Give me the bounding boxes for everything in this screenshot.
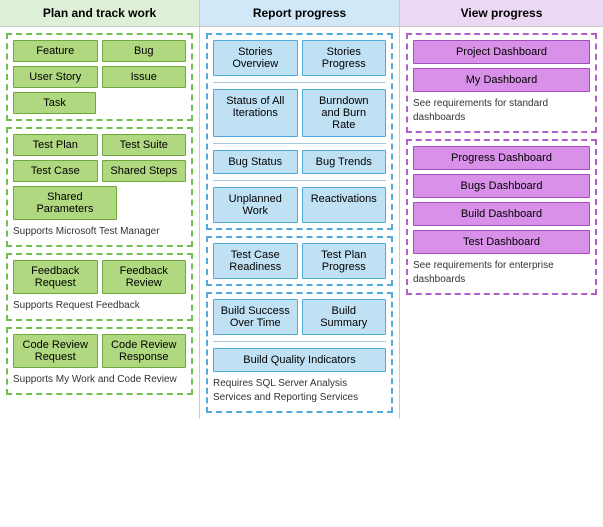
bug-button[interactable]: Bug [102,40,187,62]
view-section-standard: Project Dashboard My Dashboard See requi… [406,33,597,133]
plan-test-note: Supports Microsoft Test Manager [13,224,186,240]
feedback-review-button[interactable]: Feedback Review [102,260,187,294]
plan-section-test: Test Plan Test Suite Test Case Shared St… [6,127,193,247]
plan-row-3: Task [13,92,186,114]
report-build-note: Requires SQL Server Analysis Services an… [213,376,386,406]
build-dashboard-button[interactable]: Build Dashboard [413,202,590,226]
report-divider-3 [213,180,386,181]
report-row-4: Unplanned Work Reactivations [213,187,386,223]
project-dashboard-button[interactable]: Project Dashboard [413,40,590,64]
body-row: Feature Bug User Story Issue Task Test P… [0,27,603,419]
shared-steps-button[interactable]: Shared Steps [102,160,187,182]
plan-codereview-row-1: Code Review Request Code Review Response [13,334,186,368]
my-dashboard-button[interactable]: My Dashboard [413,68,590,92]
test-case-button[interactable]: Test Case [13,160,98,182]
test-plan-progress-button[interactable]: Test Plan Progress [302,243,387,279]
report-section-main: Stories Overview Stories Progress Status… [206,33,393,230]
view-column-wrapper: View progress [400,0,603,27]
report-test-row-1: Test Case Readiness Test Plan Progress [213,243,386,279]
feedback-request-button[interactable]: Feedback Request [13,260,98,294]
plan-test-row-2: Test Case Shared Steps [13,160,186,182]
build-summary-button[interactable]: Build Summary [302,299,387,335]
build-success-over-time-button[interactable]: Build Success Over Time [213,299,298,335]
plan-body: Feature Bug User Story Issue Task Test P… [0,27,199,401]
plan-column-wrapper: Plan and track work [0,0,200,27]
unplanned-work-button[interactable]: Unplanned Work [213,187,298,223]
user-story-button[interactable]: User Story [13,66,98,88]
plan-row-2: User Story Issue [13,66,186,88]
plan-feedback-row-1: Feedback Request Feedback Review [13,260,186,294]
view-body: Project Dashboard My Dashboard See requi… [400,27,603,301]
test-suite-button[interactable]: Test Suite [102,134,187,156]
burndown-burn-rate-button[interactable]: Burndown and Burn Rate [302,89,387,137]
plan-section-feedback: Feedback Request Feedback Review Support… [6,253,193,321]
feature-button[interactable]: Feature [13,40,98,62]
shared-parameters-button[interactable]: Shared Parameters [13,186,117,220]
report-header: Report progress [200,0,399,27]
view-section-enterprise: Progress Dashboard Bugs Dashboard Build … [406,139,597,295]
view-enterprise-note: See requirements for enterprise dashboar… [413,258,590,288]
plan-test-row-3: Shared Parameters [13,186,186,220]
progress-dashboard-button[interactable]: Progress Dashboard [413,146,590,170]
test-case-readiness-button[interactable]: Test Case Readiness [213,243,298,279]
plan-header: Plan and track work [0,0,199,27]
view-col: Project Dashboard My Dashboard See requi… [400,27,603,419]
build-quality-indicators-button[interactable]: Build Quality Indicators [213,348,386,372]
plan-col: Feature Bug User Story Issue Task Test P… [0,27,200,419]
view-header: View progress [400,0,603,27]
issue-button[interactable]: Issue [102,66,187,88]
bug-trends-button[interactable]: Bug Trends [302,150,387,174]
report-build-divider [213,341,386,342]
view-standard-note: See requirements for standard dashboards [413,96,590,126]
report-column-wrapper: Report progress [200,0,400,27]
plan-codereview-note: Supports My Work and Code Review [13,372,186,388]
report-build-row-1: Build Success Over Time Build Summary [213,299,386,335]
task-button[interactable]: Task [13,92,96,114]
status-all-iterations-button[interactable]: Status of All Iterations [213,89,298,137]
report-divider-2 [213,143,386,144]
code-review-response-button[interactable]: Code Review Response [102,334,187,368]
bug-status-button[interactable]: Bug Status [213,150,298,174]
report-col: Stories Overview Stories Progress Status… [200,27,400,419]
stories-overview-button[interactable]: Stories Overview [213,40,298,76]
reactivations-button[interactable]: Reactivations [302,187,387,223]
plan-row-1: Feature Bug [13,40,186,62]
report-build-row-2: Build Quality Indicators [213,348,386,372]
plan-feedback-note: Supports Request Feedback [13,298,186,314]
plan-test-row-1: Test Plan Test Suite [13,134,186,156]
report-divider-1 [213,82,386,83]
report-body: Stories Overview Stories Progress Status… [200,27,399,419]
plan-section-basic: Feature Bug User Story Issue Task [6,33,193,121]
plan-section-codereview: Code Review Request Code Review Response… [6,327,193,395]
code-review-request-button[interactable]: Code Review Request [13,334,98,368]
stories-progress-button[interactable]: Stories Progress [302,40,387,76]
report-row-3: Bug Status Bug Trends [213,150,386,174]
bugs-dashboard-button[interactable]: Bugs Dashboard [413,174,590,198]
report-row-1: Stories Overview Stories Progress [213,40,386,76]
header-row: Plan and track work Report progress View… [0,0,603,27]
report-section-build: Build Success Over Time Build Summary Bu… [206,292,393,413]
test-dashboard-button[interactable]: Test Dashboard [413,230,590,254]
report-row-2: Status of All Iterations Burndown and Bu… [213,89,386,137]
main-layout: Plan and track work Report progress View… [0,0,603,419]
test-plan-button[interactable]: Test Plan [13,134,98,156]
report-section-test: Test Case Readiness Test Plan Progress [206,236,393,286]
